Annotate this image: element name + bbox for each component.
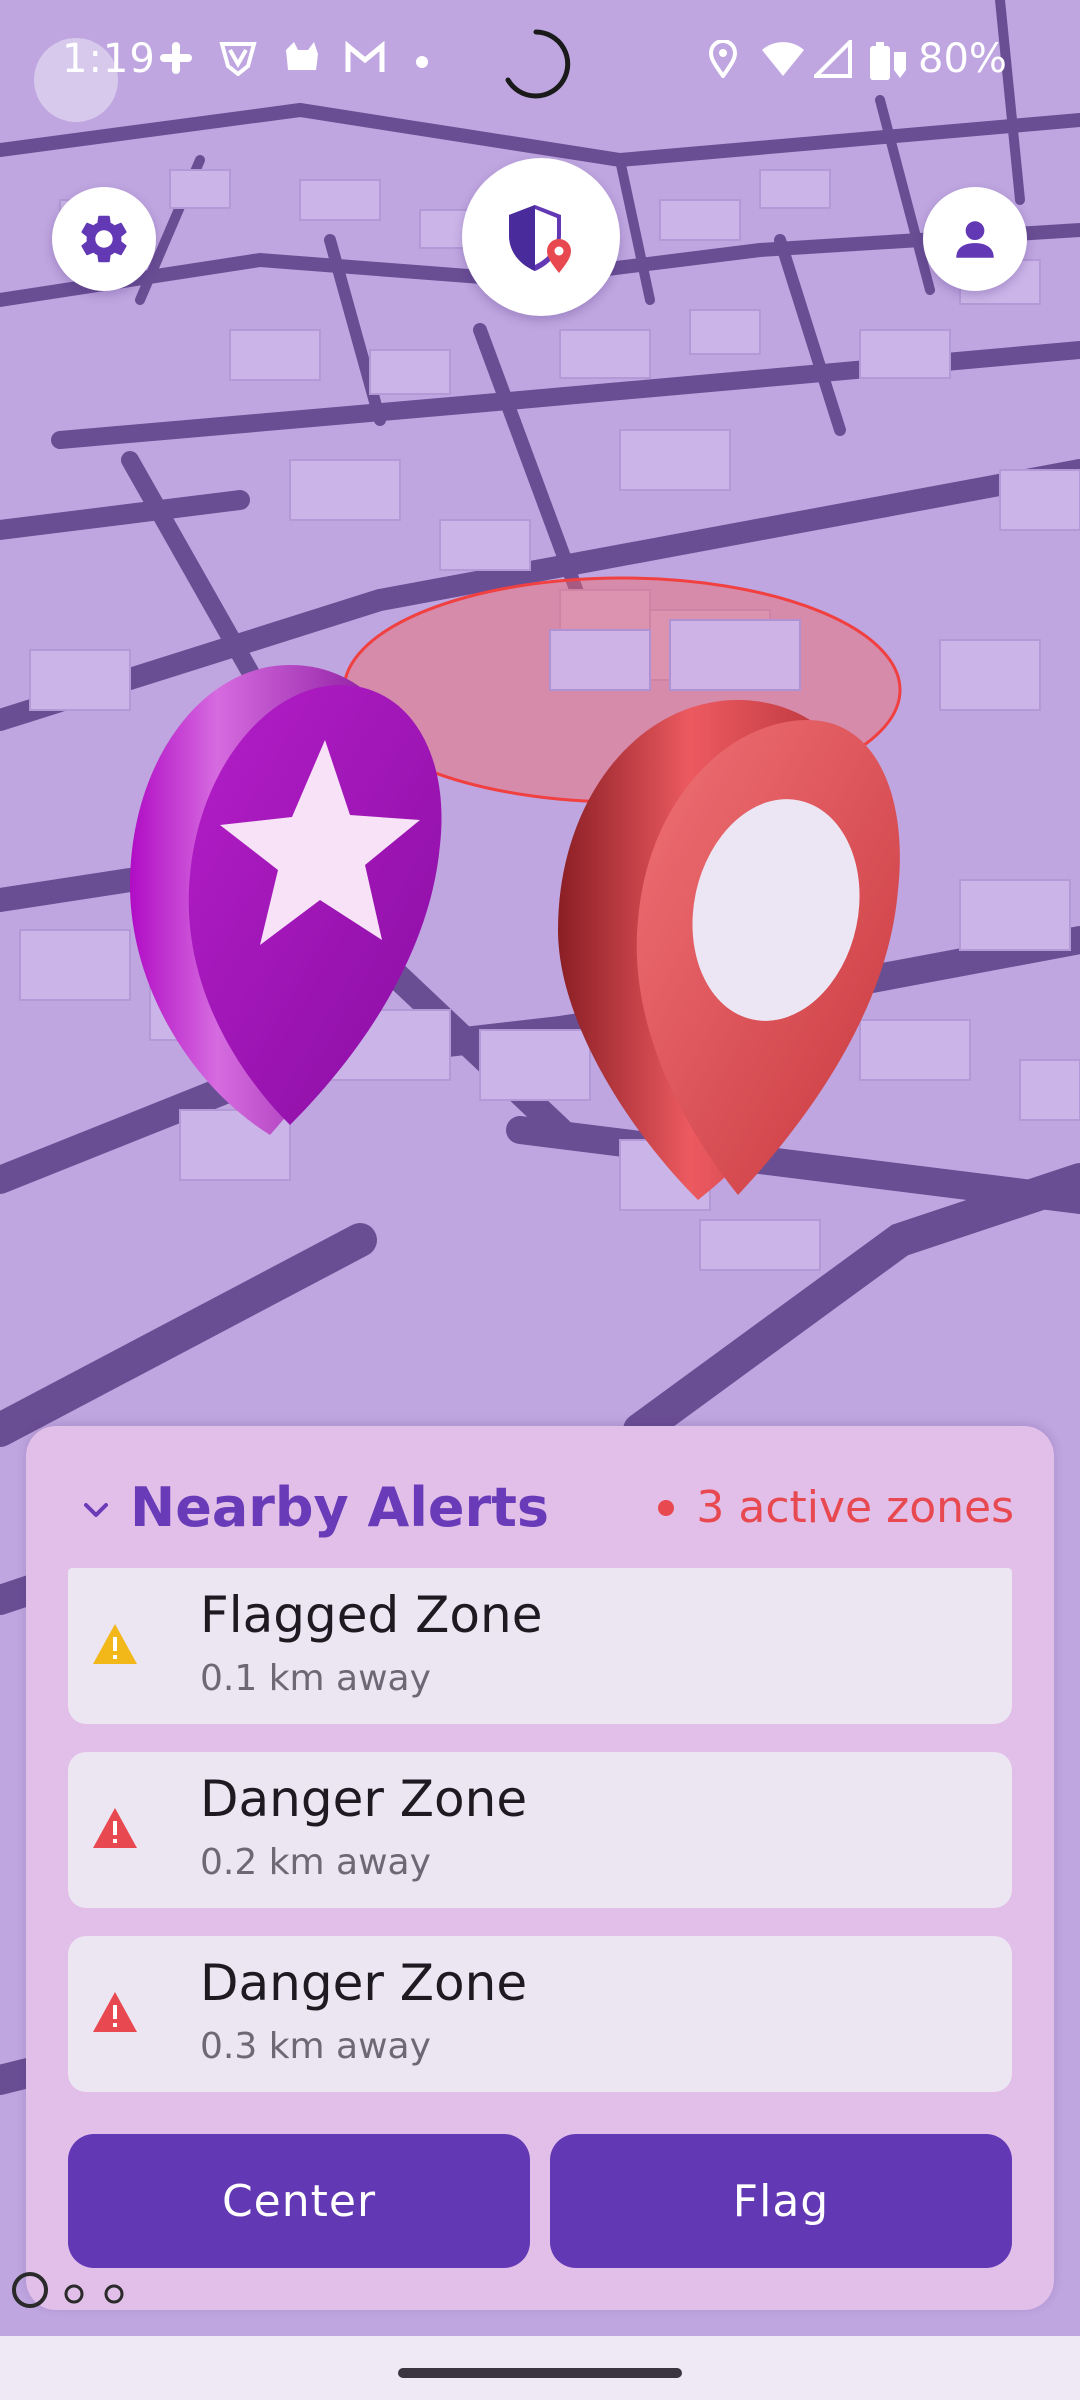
slack-icon xyxy=(160,42,192,74)
action-buttons: Center Flag xyxy=(68,2134,1012,2268)
settings-button[interactable] xyxy=(52,187,156,291)
screen: 1:19 80% Nearby Alerts 3 active zones Fl… xyxy=(0,0,1080,2400)
wifi-icon xyxy=(762,42,804,76)
home-indicator[interactable] xyxy=(398,2368,682,2378)
person-icon xyxy=(956,221,994,258)
alert-item[interactable]: Flagged Zone 0.1 km away xyxy=(68,1568,1012,1724)
location-icon xyxy=(708,40,738,78)
status-time: 1:19 xyxy=(62,36,156,82)
alert-item[interactable]: Danger Zone 0.3 km away xyxy=(68,1936,1012,2092)
shield-v-icon xyxy=(219,42,257,76)
status-dot-icon xyxy=(658,1499,675,1516)
gmail-icon xyxy=(345,40,385,72)
alert-list: Flagged Zone 0.1 km away Danger Zone 0.2… xyxy=(68,1568,1012,2120)
map-attribution-icon[interactable] xyxy=(10,2264,150,2314)
warning-red-icon xyxy=(93,1992,137,2032)
panel-title: Nearby Alerts xyxy=(130,1476,550,1539)
alert-distance: 0.2 km away xyxy=(200,1842,431,1883)
app-logo-button[interactable] xyxy=(462,158,620,316)
alert-distance: 0.1 km away xyxy=(200,1658,431,1699)
cat-icon xyxy=(286,42,318,70)
alert-item[interactable]: Danger Zone 0.2 km away xyxy=(68,1752,1012,1908)
chevron-down-icon[interactable] xyxy=(80,1494,112,1526)
alert-title: Danger Zone xyxy=(200,1770,528,1828)
star-pin-icon[interactable] xyxy=(120,655,450,1145)
battery-icon xyxy=(870,42,906,80)
active-zones-count: 3 active zones xyxy=(696,1482,1014,1533)
warning-yellow-icon xyxy=(93,1624,137,1664)
warning-red-icon xyxy=(93,1808,137,1848)
loading-spinner-icon xyxy=(505,29,571,99)
flag-button[interactable]: Flag xyxy=(550,2134,1012,2268)
alert-title: Flagged Zone xyxy=(200,1586,543,1644)
location-pin-icon[interactable] xyxy=(548,680,908,1210)
status-bar: 1:19 80% xyxy=(0,0,1080,130)
panel-header[interactable]: Nearby Alerts 3 active zones xyxy=(26,1466,1054,1556)
gear-icon xyxy=(81,215,127,263)
alert-distance: 0.3 km away xyxy=(200,2026,431,2067)
active-zones-indicator: 3 active zones xyxy=(658,1482,1014,1533)
dot-icon xyxy=(416,56,428,68)
center-button[interactable]: Center xyxy=(68,2134,530,2268)
navigation-bar xyxy=(0,2336,1080,2400)
nearby-alerts-panel: Nearby Alerts 3 active zones Flagged Zon… xyxy=(26,1426,1054,2310)
shield-location-icon xyxy=(509,205,571,273)
alert-title: Danger Zone xyxy=(200,1954,528,2012)
profile-button[interactable] xyxy=(923,187,1027,291)
battery-percentage: 80% xyxy=(918,36,1007,82)
signal-icon xyxy=(814,40,852,78)
